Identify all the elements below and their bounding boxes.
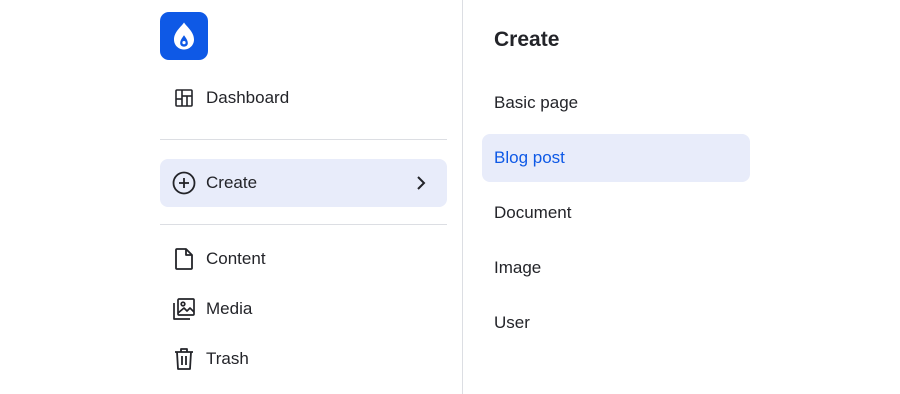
dashboard-grid-icon xyxy=(172,86,196,110)
submenu-item-label: Blog post xyxy=(494,148,565,167)
sidebar-item-label: Create xyxy=(206,173,258,192)
file-icon xyxy=(172,247,196,271)
submenu-item-label: User xyxy=(494,313,530,332)
submenu-item-user[interactable]: User xyxy=(482,299,750,347)
drupal-drop-icon xyxy=(174,22,194,50)
media-images-icon xyxy=(172,297,196,321)
chevron-right-icon xyxy=(409,171,433,195)
submenu-item-label: Document xyxy=(494,203,572,222)
sidebar-item-trash[interactable]: Trash xyxy=(160,335,447,383)
sidebar-item-create[interactable]: Create xyxy=(160,159,447,207)
sidebar-item-label: Content xyxy=(206,249,266,268)
sidebar-divider xyxy=(160,139,447,140)
sidebar-item-label: Media xyxy=(206,299,253,318)
sidebar-item-media[interactable]: Media xyxy=(160,285,447,333)
drupal-logo[interactable] xyxy=(160,12,208,60)
submenu-item-basic-page[interactable]: Basic page xyxy=(482,79,750,127)
plus-circle-icon xyxy=(172,171,196,195)
submenu-item-document[interactable]: Document xyxy=(482,189,750,237)
submenu-title: Create xyxy=(494,28,560,51)
submenu-item-label: Basic page xyxy=(494,93,579,112)
sidebar-divider xyxy=(160,224,447,225)
panel-separator xyxy=(462,0,463,394)
sidebar-item-label: Dashboard xyxy=(206,88,290,107)
sidebar-item-dashboard[interactable]: Dashboard xyxy=(160,74,447,122)
sidebar-item-label: Trash xyxy=(206,349,249,368)
submenu-item-label: Image xyxy=(494,258,542,277)
sidebar-item-content[interactable]: Content xyxy=(160,235,447,283)
submenu-item-image[interactable]: Image xyxy=(482,244,750,292)
admin-navigation: Dashboard Create Content Media Trash Cre… xyxy=(0,0,900,394)
trash-icon xyxy=(172,347,196,371)
submenu-item-blog-post[interactable]: Blog post xyxy=(482,134,750,182)
